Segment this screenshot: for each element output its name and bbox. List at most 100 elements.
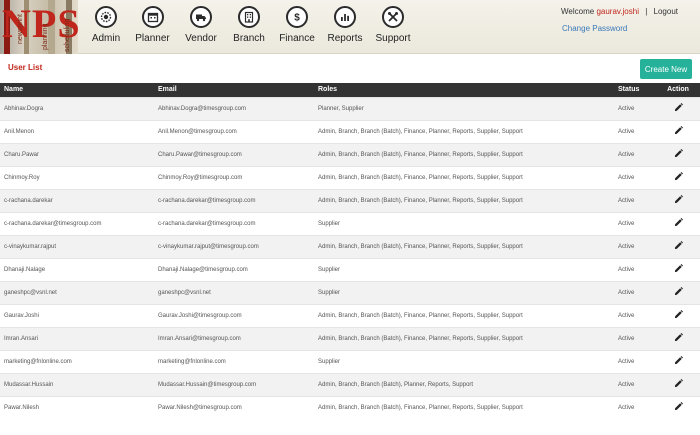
cell-status: Active	[614, 165, 656, 189]
edit-icon[interactable]	[674, 195, 683, 206]
cell-roles: Admin, Branch, Branch (Batch), Finance, …	[314, 165, 614, 189]
cell-name: Chinmoy.Roy	[0, 165, 154, 189]
nav-vendor-label: Vendor	[185, 33, 217, 44]
cell-email: c-rachana.darekar@timesgroup.com	[154, 211, 314, 235]
edit-icon[interactable]	[674, 287, 683, 298]
column-header-status[interactable]: Status	[614, 83, 656, 97]
nav-branch[interactable]: Branch	[225, 0, 273, 54]
cell-status: Active	[614, 119, 656, 143]
cell-email: Imran.Ansari@timesgroup.com	[154, 326, 314, 350]
nav-planner-label: Planner	[135, 33, 170, 44]
chart-icon	[334, 6, 356, 28]
table-row: Abhinav.Dogra Abhinav.Dogra@timesgroup.co…	[0, 96, 700, 120]
cell-action	[656, 349, 700, 373]
nav-admin-label: Admin	[91, 33, 121, 44]
cell-name: Imran.Ansari	[0, 326, 154, 350]
nav-vendor[interactable]: Vendor	[177, 0, 225, 54]
user-separator: |	[645, 7, 648, 16]
edit-icon[interactable]	[674, 103, 683, 114]
username-link[interactable]: gaurav.joshi	[596, 7, 639, 16]
nav-planner[interactable]: Planner	[128, 0, 177, 54]
logo-tagline-newsprint: newsprint	[17, 14, 24, 44]
cell-roles: Admin, Branch, Branch (Batch), Finance, …	[314, 119, 614, 143]
nav-finance-label: Finance	[279, 33, 315, 44]
cell-name: Abhinav.Dogra	[0, 96, 154, 120]
cell-status: Active	[614, 188, 656, 212]
nav-finance[interactable]: $ Finance	[273, 0, 321, 54]
change-password-link[interactable]: Change Password	[562, 24, 678, 33]
column-header-email[interactable]: Email	[154, 83, 314, 97]
table-row: Gaurav.Joshi Gaurav.Joshi@timesgroup.com A…	[0, 303, 700, 327]
edit-icon[interactable]	[674, 402, 683, 413]
cell-action	[656, 280, 700, 304]
edit-icon[interactable]	[674, 172, 683, 183]
cell-action	[656, 211, 700, 235]
table-row: Anil.Menon Anil.Menon@timesgroup.com Admin…	[0, 119, 700, 143]
table-row: c-rachana.darekar c-rachana.darekar@times…	[0, 188, 700, 212]
column-header-action: Action	[667, 86, 689, 94]
cell-name: c-vinaykumar.rajput	[0, 234, 154, 258]
column-header-name[interactable]: Name	[0, 83, 154, 97]
table-row: marketing@fnlonline.com marketing@fnlonli…	[0, 349, 700, 373]
create-new-button[interactable]: Create New	[640, 59, 692, 79]
user-table: Name Email Roles Status Action Abhinav.D…	[0, 83, 700, 419]
cell-email: Gaurav.Joshi@timesgroup.com	[154, 303, 314, 327]
edit-icon[interactable]	[674, 310, 683, 321]
cell-roles: Admin, Branch, Branch (Batch), Finance, …	[314, 395, 614, 419]
nav-branch-label: Branch	[233, 33, 265, 44]
cell-email: Anil.Menon@timesgroup.com	[154, 119, 314, 143]
main-nav: Admin Planner Vendor Branch $ Finance Re…	[84, 0, 417, 54]
cell-name: Charu.Pawar	[0, 142, 154, 166]
logout-link[interactable]: Logout	[654, 7, 678, 16]
cell-roles: Admin, Branch, Branch (Batch), Finance, …	[314, 142, 614, 166]
welcome-text: Welcome	[561, 7, 595, 16]
cell-action	[656, 142, 700, 166]
edit-icon[interactable]	[674, 356, 683, 367]
cell-status: Active	[614, 234, 656, 258]
cell-name: marketing@fnlonline.com	[0, 349, 154, 373]
svg-text:$: $	[294, 13, 300, 23]
edit-icon[interactable]	[674, 241, 683, 252]
nav-admin[interactable]: Admin	[84, 0, 128, 54]
table-header-row: Name Email Roles Status Action	[0, 83, 700, 97]
app-header: NPS newsprint planning scheduling Admin …	[0, 0, 700, 54]
building-icon	[238, 6, 260, 28]
edit-icon[interactable]	[674, 264, 683, 275]
cell-status: Active	[614, 395, 656, 419]
edit-icon[interactable]	[674, 379, 683, 390]
edit-icon[interactable]	[674, 149, 683, 160]
cell-email: ganeshpc@vsnl.net	[154, 280, 314, 304]
nps-logo[interactable]: NPS newsprint planning scheduling	[0, 0, 78, 54]
logo-tagline-planning: planning	[42, 23, 49, 50]
table-row: Mudassar.Hussain Mudassar.Hussain@timesgr…	[0, 372, 700, 396]
cell-name: Mudassar.Hussain	[0, 372, 154, 396]
cell-email: Charu.Pawar@timesgroup.com	[154, 142, 314, 166]
cell-action	[656, 372, 700, 396]
edit-icon[interactable]	[674, 218, 683, 229]
cell-action	[656, 234, 700, 258]
title-bar: User List	[0, 55, 700, 82]
cell-action	[656, 303, 700, 327]
cell-roles: Planner, Supplier	[314, 96, 614, 120]
nav-support[interactable]: Support	[369, 0, 417, 54]
column-header-roles[interactable]: Roles	[314, 83, 614, 97]
cell-name: ganeshpc@vsnl.net	[0, 280, 154, 304]
cell-action	[656, 326, 700, 350]
edit-icon[interactable]	[674, 333, 683, 344]
table-body: Abhinav.Dogra Abhinav.Dogra@timesgroup.co…	[0, 96, 700, 419]
edit-icon[interactable]	[674, 126, 683, 137]
nav-reports[interactable]: Reports	[321, 0, 369, 54]
cell-email: c-rachana.darekar@timesgroup.com	[154, 188, 314, 212]
cell-roles: Supplier	[314, 349, 614, 373]
table-row: Dhanaji.Nalage Dhanaji.Nalage@timesgroup.…	[0, 257, 700, 281]
user-box: Welcome gaurav.joshi | Logout Change Pas…	[561, 7, 678, 33]
cell-name: c-rachana.darekar	[0, 188, 154, 212]
page-title: User List	[8, 63, 43, 72]
cell-status: Active	[614, 142, 656, 166]
cell-status: Active	[614, 257, 656, 281]
dollar-icon: $	[286, 6, 308, 28]
cell-status: Active	[614, 211, 656, 235]
cell-name: Pawar.Nilesh	[0, 395, 154, 419]
cell-action	[656, 395, 700, 419]
table-row: ganeshpc@vsnl.net ganeshpc@vsnl.net Suppli…	[0, 280, 700, 304]
